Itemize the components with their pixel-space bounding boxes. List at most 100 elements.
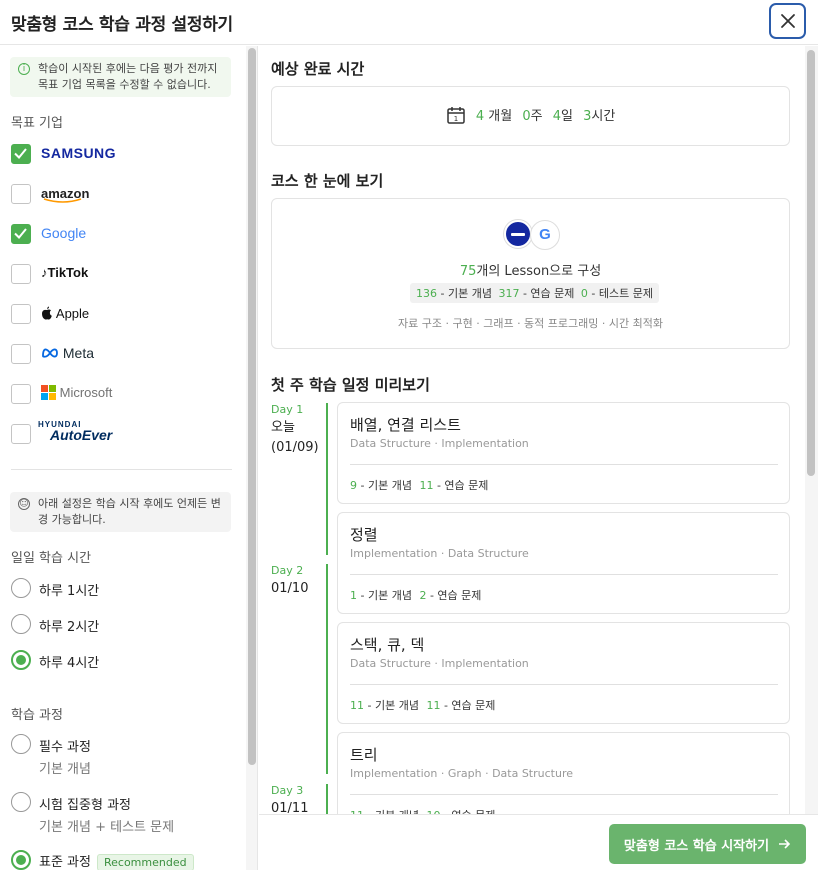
info-icon: i: [18, 63, 30, 75]
lesson-breakdown: 136 - 기본 개념 317 - 연습 문제 0 - 테스트 문제: [410, 283, 659, 303]
modal-footer: 맞춤형 코스 학습 시작하기: [259, 814, 818, 870]
start-course-button[interactable]: 맞춤형 코스 학습 시작하기: [609, 824, 806, 864]
overview-title: 코스 한 눈에 보기: [271, 172, 384, 190]
left-scrollbar-thumb[interactable]: [248, 48, 256, 765]
lesson-tags: Implementation · Graph · Data Structure: [350, 767, 573, 780]
selected-company-logos: G: [504, 220, 564, 250]
course-exam-desc: 기본 개념 + 테스트 문제: [39, 820, 175, 835]
course-standard-label: 표준 과정 Recommended: [39, 851, 194, 870]
lesson-card[interactable]: 트리 Implementation · Graph · Data Structu…: [337, 732, 790, 814]
lesson-count: 75: [459, 264, 477, 279]
weeks-unit: 주: [530, 109, 543, 124]
radio-course-exam[interactable]: [11, 792, 31, 812]
radio-daily-4h[interactable]: [11, 650, 31, 670]
day-3-label: Day 3: [271, 784, 304, 797]
samsung-logo: SAMSUNG: [41, 145, 117, 161]
microsoft-logo: Microsoft: [41, 385, 112, 400]
daily-1h-label: 하루 1시간: [39, 584, 100, 599]
check-icon: [14, 148, 27, 159]
lesson-title: 배열, 연결 리스트: [350, 416, 461, 434]
recommended-badge: Recommended: [96, 854, 194, 870]
weeks-value: 0: [522, 109, 531, 124]
months-unit: 개월: [488, 109, 513, 124]
lesson-counts: 9 - 기본 개념 11 - 연습 문제: [350, 479, 489, 492]
tiktok-logo: ♪TikTok: [41, 265, 89, 280]
right-scrollbar-thumb[interactable]: [807, 50, 815, 476]
radio-course-essential[interactable]: [11, 734, 31, 754]
lock-notice: i 학습이 시작된 후에는 다음 평가 전까지 목표 기업 목록을 수정할 수 …: [10, 57, 231, 97]
radio-daily-1h[interactable]: [11, 578, 31, 598]
hyundai-autoever-logo: HYUNDAI AutoEver: [38, 420, 113, 443]
day-3-line: [326, 784, 328, 814]
estimate-title: 예상 완료 시간: [271, 60, 365, 78]
lesson-card[interactable]: 배열, 연결 리스트 Data Structure · Implementati…: [337, 402, 790, 504]
topic-list: 자료 구조 · 구현 · 그래프 · 동적 프로그래밍 · 시간 최적화: [398, 317, 663, 330]
lesson-divider: [350, 684, 778, 685]
lesson-tags: Data Structure · Implementation: [350, 437, 529, 450]
daily-time-label: 일일 학습 시간: [11, 551, 92, 566]
day-2-date: 01/10: [271, 581, 309, 596]
editable-notice-text: 아래 설정은 학습 시작 후에도 언제든 변경 가능합니다.: [38, 497, 221, 526]
course-type-label: 학습 과정: [11, 708, 63, 723]
close-button[interactable]: [769, 3, 806, 39]
lesson-tags: Implementation · Data Structure: [350, 547, 529, 560]
modal-header: 맞춤형 코스 학습 과정 설정하기: [0, 0, 818, 45]
lesson-summary: 75개의 Lesson으로 구성: [272, 260, 789, 279]
lesson-text: 개의 Lesson으로 구성: [476, 264, 602, 279]
modal-title: 맞춤형 코스 학습 과정 설정하기: [11, 15, 233, 35]
meta-logo: Meta: [41, 345, 94, 361]
day-1-date: 오늘 (01/09): [271, 420, 319, 455]
lesson-title: 스택, 큐, 덱: [350, 636, 425, 654]
lesson-counts: 1 - 기본 개념 2 - 연습 문제: [350, 589, 482, 602]
microsoft-icon: [41, 385, 56, 400]
target-company-label: 목표 기업: [11, 116, 63, 131]
apple-logo: Apple: [41, 306, 89, 321]
day-1-line: [326, 403, 328, 555]
checkbox-samsung[interactable]: [11, 144, 31, 164]
checkbox-amazon[interactable]: [11, 184, 31, 204]
days-unit: 일: [560, 109, 573, 124]
lesson-card[interactable]: 스택, 큐, 덱 Data Structure · Implementation…: [337, 622, 790, 724]
overview-card: G 75개의 Lesson으로 구성 136 - 기본 개념 317 - 연습 …: [271, 198, 790, 349]
checkbox-microsoft[interactable]: [11, 384, 31, 404]
radio-daily-2h[interactable]: [11, 614, 31, 634]
meta-icon: [42, 348, 58, 358]
radio-course-standard[interactable]: [11, 850, 31, 870]
lesson-divider: [350, 574, 778, 575]
course-essential-label: 필수 과정: [39, 740, 91, 755]
daily-4h-label: 하루 4시간: [39, 656, 100, 671]
lesson-tags: Data Structure · Implementation: [350, 657, 529, 670]
checkbox-meta[interactable]: [11, 344, 31, 364]
lesson-divider: [350, 794, 778, 795]
smile-icon: ☺: [18, 498, 30, 510]
months-value: 4: [475, 109, 485, 124]
day-2-line: [326, 564, 328, 774]
lesson-title: 정렬: [350, 526, 378, 544]
lesson-title: 트리: [350, 746, 378, 764]
hours-unit: 시간: [591, 109, 616, 124]
settings-panel: i 학습이 시작된 후에는 다음 평가 전까지 목표 기업 목록을 수정할 수 …: [0, 46, 258, 870]
google-badge: G: [530, 220, 560, 250]
google-logo: Google: [41, 225, 87, 241]
checkbox-apple[interactable]: [11, 304, 31, 324]
day-2-label: Day 2: [271, 564, 304, 577]
course-exam-label: 시험 집중형 과정: [39, 798, 131, 813]
samsung-badge: [504, 220, 532, 248]
checkbox-hyundai-autoever[interactable]: [11, 424, 31, 444]
amazon-logo: amazon: [41, 186, 90, 203]
schedule-title: 첫 주 학습 일정 미리보기: [271, 376, 430, 394]
start-course-label: 맞춤형 코스 학습 시작하기: [623, 838, 770, 854]
checkbox-tiktok[interactable]: [11, 264, 31, 284]
lesson-counts: 11 - 기본 개념 11 - 연습 문제: [350, 699, 496, 712]
course-essential-desc: 기본 개념: [39, 762, 91, 777]
editable-notice: ☺ 아래 설정은 학습 시작 후에도 언제든 변경 가능합니다.: [10, 492, 231, 532]
lock-notice-text: 학습이 시작된 후에는 다음 평가 전까지 목표 기업 목록을 수정할 수 없습…: [38, 62, 218, 91]
check-icon: [14, 228, 27, 239]
preview-panel: 예상 완료 시간 1 4 개월 0주 4일 3시간 코스 한 눈에 보기 G 7…: [259, 46, 818, 814]
day-3-date: 01/11: [271, 801, 309, 814]
daily-2h-label: 하루 2시간: [39, 620, 100, 635]
day-1-label: Day 1: [271, 403, 304, 416]
checkbox-google[interactable]: [11, 224, 31, 244]
lesson-card[interactable]: 정렬 Implementation · Data Structure 1 - 기…: [337, 512, 790, 614]
apple-icon: [42, 306, 52, 320]
